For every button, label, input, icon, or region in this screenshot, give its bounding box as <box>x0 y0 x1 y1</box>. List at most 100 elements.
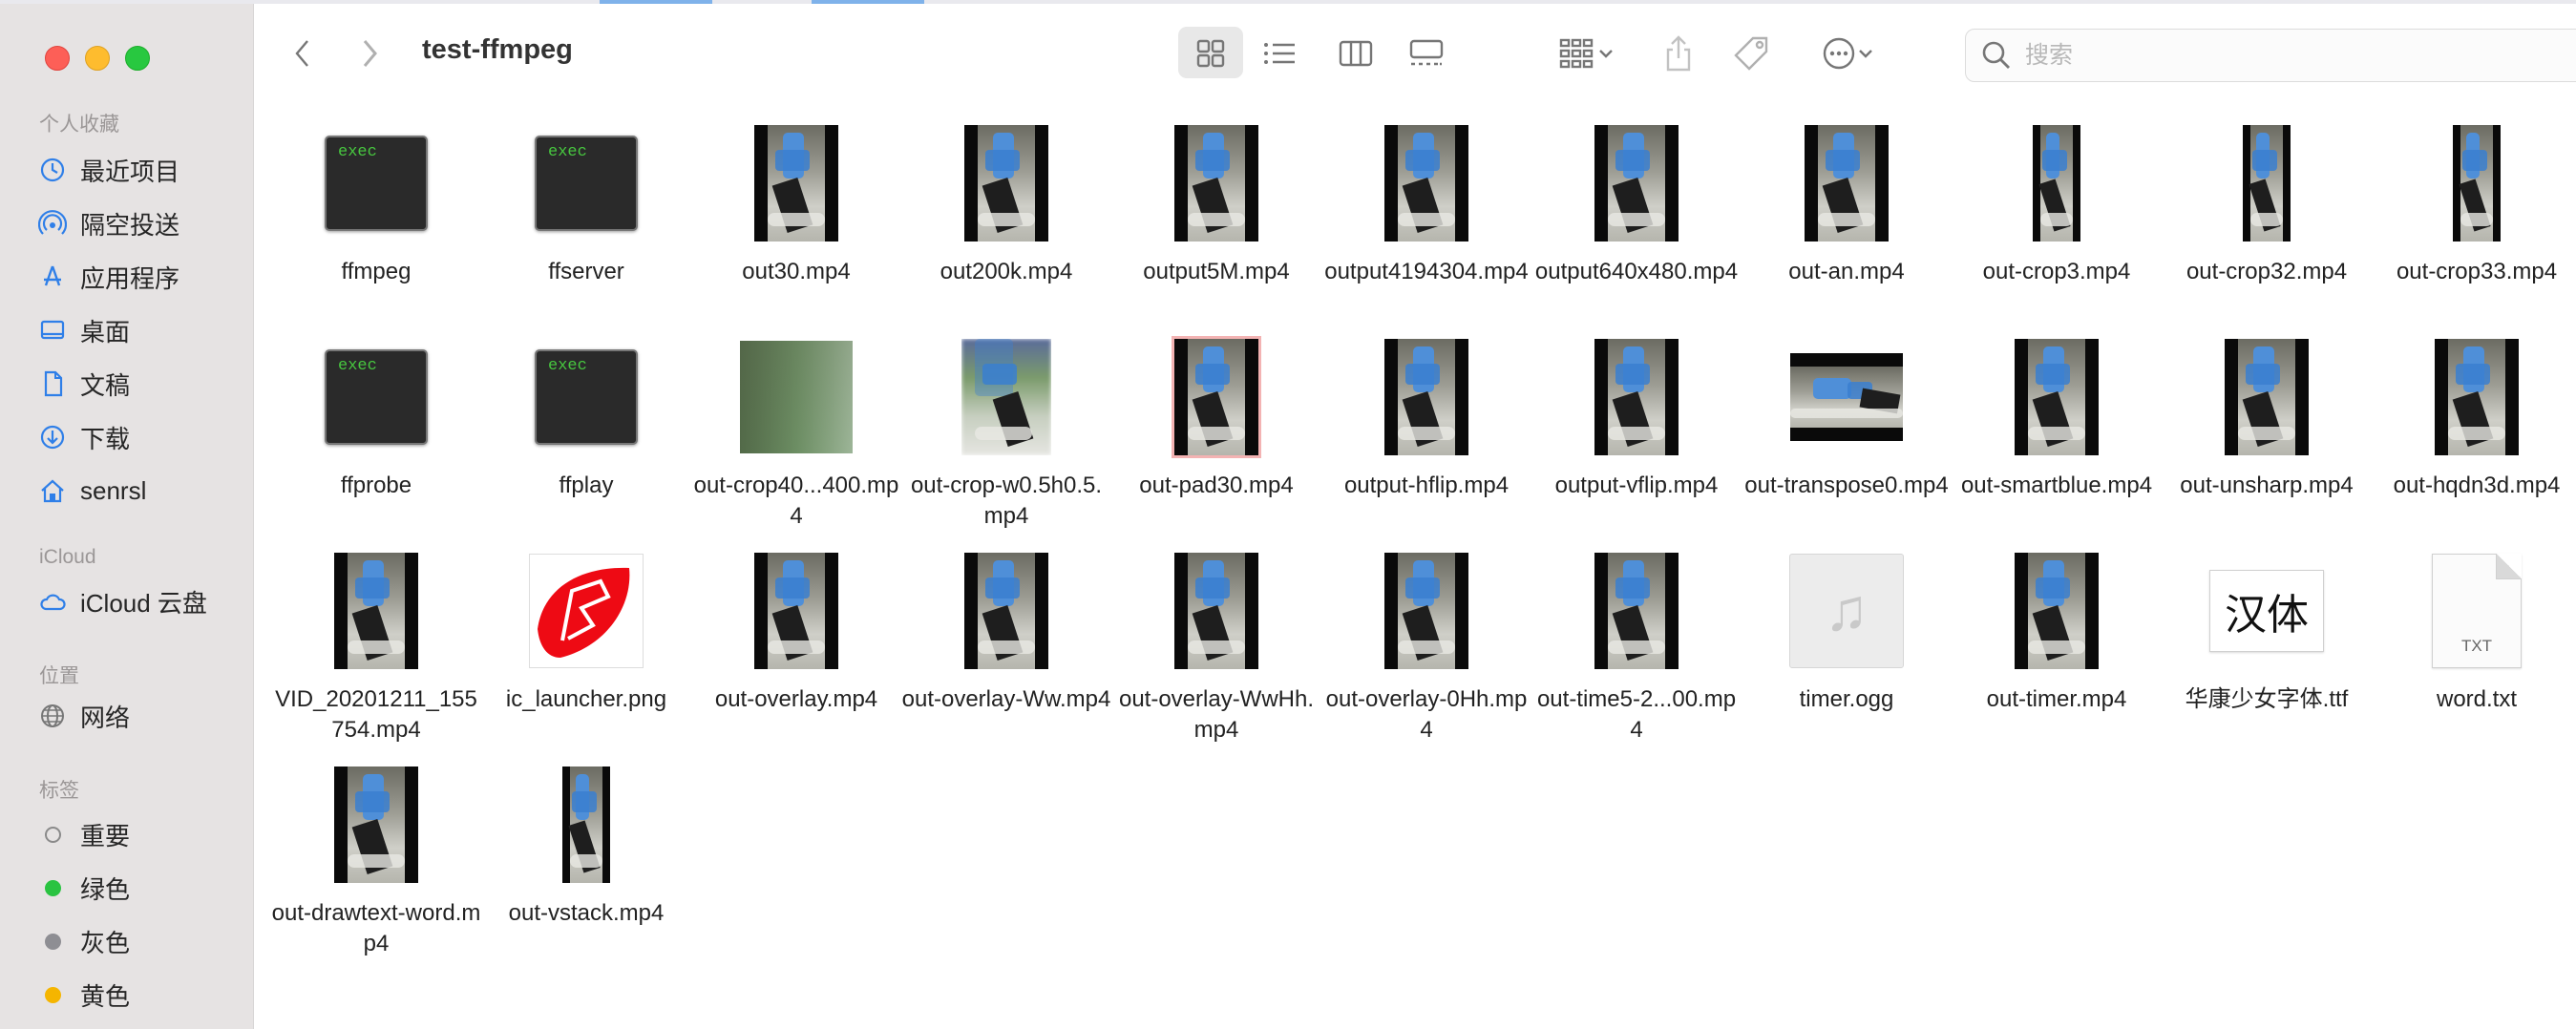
file-item[interactable]: out200k.mp4 <box>901 118 1111 287</box>
file-item[interactable]: exec ffmpeg <box>271 118 481 287</box>
file-item[interactable]: out-unsharp.mp4 <box>2162 332 2372 501</box>
font-preview-text: 汉体 <box>2225 590 2309 640</box>
file-item[interactable]: TXT word.txt <box>2372 546 2576 715</box>
zoom-button[interactable] <box>125 46 150 71</box>
file-item[interactable]: out-crop3.mp4 <box>1952 118 2162 287</box>
ellipsis-circle-icon <box>1823 37 1855 70</box>
file-item[interactable]: out-pad30.mp4 <box>1111 332 1321 501</box>
sidebar-item-favorite[interactable]: 隔空投送 <box>38 202 239 244</box>
file-item[interactable]: out-time5-2...00.mp4 <box>1531 546 1742 746</box>
sidebar-item-label: 绿色 <box>80 874 131 904</box>
list-view-button[interactable] <box>1258 36 1300 71</box>
group-grid-icon <box>1559 38 1594 69</box>
file-item[interactable]: exec ffprobe <box>271 332 481 501</box>
gallery-view-button[interactable] <box>1405 36 1447 71</box>
file-name: word.txt <box>2436 686 2518 712</box>
airdrop-icon <box>38 209 67 238</box>
txt-badge: TXT <box>2460 636 2493 655</box>
sidebar-item-favorite[interactable]: 文稿 <box>38 363 239 405</box>
action-menu-button[interactable] <box>1810 34 1885 73</box>
file-item[interactable]: out-crop32.mp4 <box>2162 118 2372 287</box>
download-icon <box>38 423 67 452</box>
file-item[interactable]: out-overlay-0Hh.mp4 <box>1321 546 1531 746</box>
video-thumbnail <box>2033 124 2080 242</box>
gallery-view-icon <box>1409 39 1444 66</box>
group-by-button[interactable] <box>1551 36 1623 71</box>
search-field[interactable] <box>1965 29 2576 82</box>
search-input[interactable] <box>2023 40 2576 71</box>
sidebar-item-location[interactable]: 网络 <box>38 695 239 737</box>
file-thumbnail <box>2372 332 2576 461</box>
file-item[interactable]: out-overlay-Ww.mp4 <box>901 546 1111 715</box>
file-item[interactable]: out30.mp4 <box>691 118 901 287</box>
file-item[interactable]: out-an.mp4 <box>1742 118 1952 287</box>
share-button[interactable] <box>1659 32 1698 74</box>
file-name: out-crop-w0.5h0.5.mp4 <box>910 472 1103 529</box>
video-thumbnail <box>964 552 1048 669</box>
file-item[interactable]: out-drawtext-word.mp4 <box>271 760 481 959</box>
file-item[interactable]: out-timer.mp4 <box>1952 546 2162 715</box>
sidebar-item-tag[interactable]: 绿色 <box>38 867 239 909</box>
sidebar: 个人收藏 iCloud 位置 标签 最近项目 隔空投送 应用程序 桌面 文稿 下载 senr… <box>0 4 254 1029</box>
file-item[interactable]: output4194304.mp4 <box>1321 118 1531 287</box>
file-item[interactable]: ♫ timer.ogg <box>1742 546 1952 715</box>
file-item[interactable]: out-crop33.mp4 <box>2372 118 2576 287</box>
file-item[interactable]: out-vstack.mp4 <box>481 760 691 929</box>
file-item[interactable]: exec ffserver <box>481 118 691 287</box>
file-item[interactable]: output640x480.mp4 <box>1531 118 1742 287</box>
sidebar-item-favorite[interactable]: senrsl <box>38 470 239 512</box>
sidebar-item-label: 最近项目 <box>80 157 180 186</box>
home-icon <box>38 476 67 505</box>
file-thumbnail <box>1531 546 1742 675</box>
globe-icon <box>38 702 67 730</box>
file-name: out-crop33.mp4 <box>2396 259 2558 284</box>
desktop-icon <box>38 316 67 345</box>
file-item[interactable]: out-hqdn3d.mp4 <box>2372 332 2576 501</box>
sidebar-item-tag[interactable]: 黄色 <box>38 974 239 1016</box>
tag-color-dot <box>38 927 67 956</box>
file-item[interactable]: ic_launcher.png <box>481 546 691 715</box>
file-item[interactable]: out-crop40...400.mp4 <box>691 332 901 532</box>
column-view-button[interactable] <box>1335 36 1377 71</box>
file-thumbnail <box>271 760 481 889</box>
back-button[interactable] <box>288 34 317 73</box>
finder-window: 个人收藏 iCloud 位置 标签 最近项目 隔空投送 应用程序 桌面 文稿 下载 senr… <box>0 4 2576 1029</box>
file-name: out-crop32.mp4 <box>2185 259 2348 284</box>
icon-view-button[interactable] <box>1190 36 1232 71</box>
file-item[interactable]: 汉体 华康少女字体.ttf <box>2162 546 2372 715</box>
video-thumbnail <box>2243 124 2291 242</box>
file-item[interactable]: VID_20201211_155754.mp4 <box>271 546 481 746</box>
file-item[interactable]: out-crop-w0.5h0.5.mp4 <box>901 332 1111 532</box>
file-item[interactable]: out-overlay-WwHh.mp4 <box>1111 546 1321 746</box>
file-thumbnail: TXT <box>2372 546 2576 675</box>
file-name: ic_launcher.png <box>505 686 667 712</box>
file-item[interactable]: out-transpose0.mp4 <box>1742 332 1952 501</box>
file-item[interactable]: output-vflip.mp4 <box>1531 332 1742 501</box>
file-item[interactable]: out-smartblue.mp4 <box>1952 332 2162 501</box>
file-item[interactable]: exec ffplay <box>481 332 691 501</box>
sidebar-item-label: senrsl <box>80 475 147 505</box>
tags-button[interactable] <box>1730 34 1772 73</box>
minimize-button[interactable] <box>85 46 110 71</box>
file-thumbnail <box>481 760 691 889</box>
sidebar-item-favorite[interactable]: 桌面 <box>38 309 239 351</box>
exec-badge: exec <box>338 356 377 375</box>
sidebar-item-icloud[interactable]: iCloud 云盘 <box>38 580 239 622</box>
file-item[interactable]: output-hflip.mp4 <box>1321 332 1531 501</box>
sidebar-item-favorite[interactable]: 应用程序 <box>38 256 239 298</box>
forward-button[interactable] <box>355 34 384 73</box>
video-thumbnail <box>2015 338 2099 455</box>
file-thumbnail <box>2162 332 2372 461</box>
sidebar-item-favorite[interactable]: 下载 <box>38 416 239 458</box>
sidebar-item-tag[interactable]: 灰色 <box>38 920 239 962</box>
launcher-image-icon <box>529 553 644 668</box>
file-item[interactable]: out-overlay.mp4 <box>691 546 901 715</box>
video-thumbnail <box>1174 124 1258 242</box>
file-item[interactable]: output5M.mp4 <box>1111 118 1321 287</box>
sidebar-item-tag[interactable]: 重要 <box>38 813 239 855</box>
sidebar-item-favorite[interactable]: 最近项目 <box>38 149 239 191</box>
file-thumbnail <box>2372 118 2576 247</box>
file-thumbnail <box>1742 332 1952 461</box>
close-button[interactable] <box>45 46 70 71</box>
video-thumbnail <box>562 766 610 883</box>
